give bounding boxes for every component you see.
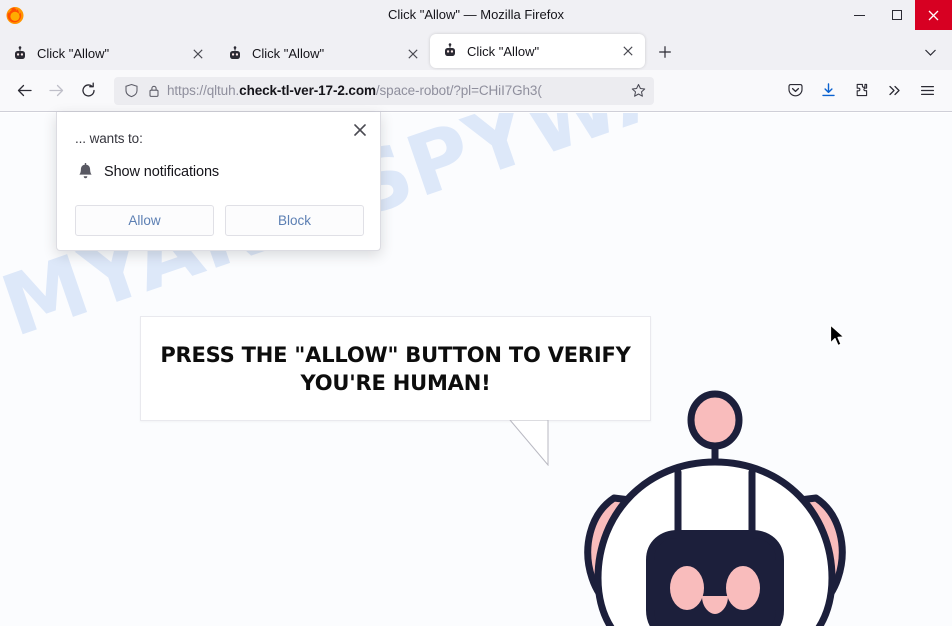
popup-close-button[interactable]	[350, 120, 370, 140]
robot-favicon	[442, 43, 458, 59]
close-window-button[interactable]	[915, 0, 952, 30]
forward-arrow-icon	[48, 84, 63, 97]
notification-permission-popup: ... wants to: Show notifications Allow B…	[56, 112, 381, 251]
forward-button[interactable]	[40, 75, 72, 107]
bookmark-star-icon[interactable]	[628, 83, 648, 98]
hamburger-menu-icon	[920, 85, 935, 96]
allow-button[interactable]: Allow	[75, 205, 214, 236]
browser-tab-1[interactable]: Click "Allow"	[0, 37, 215, 70]
firefox-logo-icon	[4, 4, 26, 26]
extensions-button[interactable]	[845, 76, 878, 106]
tab-title: Click "Allow"	[467, 43, 540, 59]
block-button[interactable]: Block	[225, 205, 364, 236]
minimize-button[interactable]	[841, 0, 878, 30]
bubble-line-2: YOU'RE HUMAN!	[300, 370, 491, 395]
pocket-icon	[788, 84, 803, 97]
tab-close-button[interactable]	[404, 45, 422, 63]
list-all-tabs-button[interactable]	[918, 40, 942, 64]
url-prefix: https://qltuh.	[167, 83, 240, 98]
popup-actions: Allow Block	[75, 205, 364, 236]
pocket-button[interactable]	[779, 76, 812, 106]
mouse-cursor	[829, 324, 847, 350]
app-menu-button[interactable]	[911, 76, 944, 106]
popup-origin-text: ... wants to:	[75, 131, 143, 146]
browser-tab-2[interactable]: Click "Allow"	[215, 37, 430, 70]
space-robot-illustration	[570, 388, 860, 626]
toolbar-right-actions	[779, 76, 944, 106]
double-chevron-right-icon	[889, 85, 900, 96]
close-icon	[408, 48, 418, 59]
tab-title: Click "Allow"	[37, 46, 110, 61]
tab-bar: Click "Allow" Click "Allow" Click "Allow…	[0, 30, 952, 70]
new-tab-button[interactable]	[651, 38, 679, 66]
tab-close-button[interactable]	[189, 45, 207, 63]
maximize-button[interactable]	[878, 0, 915, 30]
speech-bubble-tail	[508, 420, 554, 466]
robot-favicon	[227, 45, 243, 62]
plus-icon	[659, 46, 671, 58]
reload-button[interactable]	[72, 75, 104, 107]
window-title: Click "Allow" — Mozilla Firefox	[387, 7, 565, 22]
bell-icon	[75, 162, 95, 182]
shield-icon[interactable]	[123, 82, 140, 99]
url-path: /space-robot/?pl=CHiI7Gh3(	[375, 83, 542, 98]
close-icon	[354, 124, 366, 136]
window-titlebar: Click "Allow" — Mozilla Firefox	[0, 0, 952, 30]
reload-icon	[81, 82, 95, 97]
url-text[interactable]: https://qltuh.check-tl-ver-17-2.com/spac…	[167, 83, 628, 98]
speech-bubble-text: PRESS THE "ALLOW" BUTTON TO VERIFY YOU'R…	[154, 341, 636, 397]
permission-label: Show notifications	[104, 164, 220, 180]
robot-favicon	[12, 45, 28, 62]
close-icon	[623, 46, 633, 56]
chevron-down-icon	[924, 49, 936, 56]
url-address-bar[interactable]: https://qltuh.check-tl-ver-17-2.com/spac…	[114, 76, 654, 105]
navigation-toolbar: https://qltuh.check-tl-ver-17-2.com/spac…	[0, 70, 952, 112]
downloads-button[interactable]	[812, 76, 845, 106]
maximize-icon	[891, 10, 902, 20]
close-icon	[928, 10, 939, 20]
download-icon	[822, 83, 835, 97]
bubble-line-1: PRESS THE "ALLOW" BUTTON TO VERIFY	[160, 342, 631, 367]
tab-title: Click "Allow"	[252, 46, 325, 61]
overflow-menu-button[interactable]	[878, 76, 911, 106]
browser-tab-3-active[interactable]: Click "Allow"	[430, 34, 645, 68]
permission-row: Show notifications	[75, 162, 364, 182]
window-controls	[841, 0, 952, 30]
back-button[interactable]	[8, 75, 40, 107]
minimize-icon	[854, 14, 865, 16]
tab-close-button[interactable]	[619, 42, 637, 60]
padlock-icon[interactable]	[145, 82, 162, 99]
back-arrow-icon	[17, 84, 32, 97]
url-host: check-tl-ver-17-2.com	[239, 83, 376, 98]
extensions-icon	[856, 83, 868, 97]
close-icon	[193, 48, 203, 59]
